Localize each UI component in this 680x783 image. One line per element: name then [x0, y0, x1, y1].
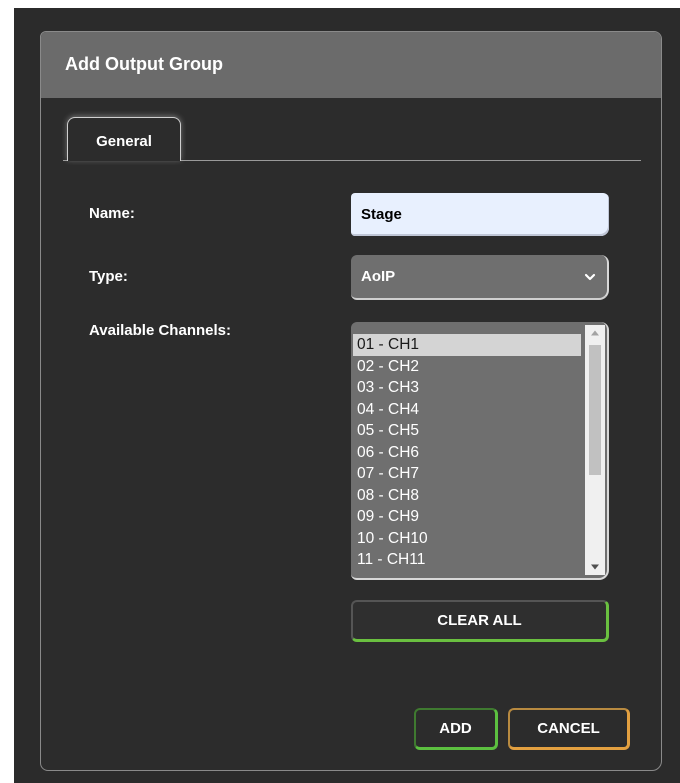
type-select[interactable]: AoIP — [351, 255, 609, 300]
cancel-button[interactable]: CANCEL — [508, 708, 630, 750]
channel-option[interactable]: 05 - CH5 — [353, 420, 581, 442]
clear-all-button[interactable]: CLEAR ALL — [351, 600, 609, 642]
channel-option[interactable]: 09 - CH9 — [353, 506, 581, 528]
channel-option[interactable]: 01 - CH1 — [353, 334, 581, 356]
chevron-down-icon — [583, 270, 597, 284]
available-channels-listbox[interactable]: 01 - CH1 02 - CH2 03 - CH3 04 - CH4 05 -… — [351, 322, 609, 580]
channel-option[interactable]: 07 - CH7 — [353, 463, 581, 485]
channel-list: 01 - CH1 02 - CH2 03 - CH3 04 - CH4 05 -… — [353, 334, 581, 571]
type-select-value: AoIP — [361, 268, 396, 285]
channel-option[interactable]: 11 - CH11 — [353, 549, 581, 571]
dialog-title: Add Output Group — [65, 54, 223, 74]
add-output-group-dialog: Add Output Group General Name: Stage Typ… — [40, 31, 662, 771]
tab-general[interactable]: General — [67, 117, 181, 161]
channel-option[interactable]: 06 - CH6 — [353, 442, 581, 464]
channel-option[interactable]: 04 - CH4 — [353, 399, 581, 421]
name-label: Name: — [89, 205, 135, 222]
add-button[interactable]: ADD — [414, 708, 498, 750]
scroll-up-arrow-icon[interactable] — [585, 325, 605, 341]
scroll-down-arrow-icon[interactable] — [585, 559, 605, 575]
available-channels-label: Available Channels: — [89, 322, 231, 339]
channel-option[interactable]: 02 - CH2 — [353, 356, 581, 378]
channel-option[interactable]: 03 - CH3 — [353, 377, 581, 399]
scrollbar-thumb[interactable] — [589, 345, 601, 475]
channel-option[interactable]: 08 - CH8 — [353, 485, 581, 507]
dialog-titlebar: Add Output Group — [41, 32, 661, 98]
channel-list-scrollbar[interactable] — [585, 325, 605, 575]
type-label: Type: — [89, 268, 128, 285]
channel-option[interactable]: 10 - CH10 — [353, 528, 581, 550]
name-input[interactable]: Stage — [351, 193, 609, 236]
